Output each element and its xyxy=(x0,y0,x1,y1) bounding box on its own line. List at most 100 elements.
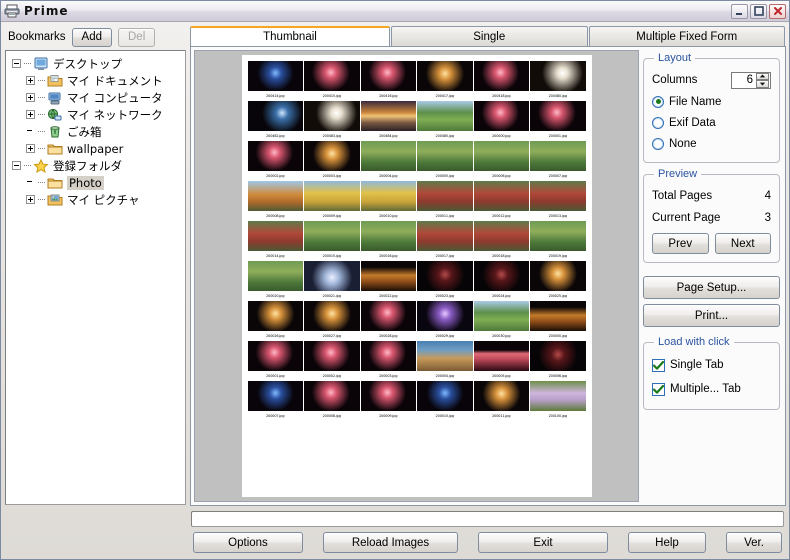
thumbnail-cell[interactable]: 200009.jpg xyxy=(304,181,360,219)
thumbnail-cell[interactable]: 200027.jpg xyxy=(304,301,360,339)
thumbnail-cell[interactable]: 200417.jpg xyxy=(417,61,473,99)
thumbnail-cell[interactable]: 200023.jpg xyxy=(417,261,473,299)
thumbnail-cell[interactable]: 200006.jpg xyxy=(530,341,586,379)
radio-file-name[interactable]: File Name xyxy=(652,91,771,112)
tree-item-node-6[interactable]: 登録フォルダ xyxy=(8,157,183,174)
tree-item-node-3[interactable]: マイ ネットワーク xyxy=(8,106,183,123)
caption-mode-radiogroup[interactable]: File NameExif DataNone xyxy=(652,91,771,154)
options-button[interactable]: Options xyxy=(193,532,303,553)
thumbnail-cell[interactable]: 200020.jpg xyxy=(248,261,304,299)
thumbnail-cell[interactable]: 200001.jpg xyxy=(530,101,586,139)
thumbnail-cell[interactable]: 200015.jpg xyxy=(304,221,360,259)
columns-increment-button[interactable] xyxy=(756,73,769,81)
radio-exif-data[interactable]: Exif Data xyxy=(652,112,771,133)
thumbnail-cell[interactable]: 200483.jpg xyxy=(304,101,360,139)
radio-none[interactable]: None xyxy=(652,133,771,154)
columns-decrement-button[interactable] xyxy=(756,80,769,88)
tree-item-node-4[interactable]: ごみ箱 xyxy=(8,123,183,140)
thumbnail-cell[interactable]: 200100.jpg xyxy=(530,381,586,419)
thumbnail-cell[interactable]: 200024.jpg xyxy=(474,261,530,299)
thumbnail-cell[interactable]: 200000.jpg xyxy=(530,301,586,339)
reload-images-button[interactable]: Reload Images xyxy=(323,532,458,553)
next-page-button[interactable]: Next xyxy=(715,233,772,254)
print-preview-area[interactable]: 200414.jpg200415.jpg200416.jpg200417.jpg… xyxy=(194,50,639,502)
tab-single[interactable]: Single xyxy=(391,26,588,46)
thumbnail-cell[interactable]: 200416.jpg xyxy=(361,61,417,99)
thumbnail-cell[interactable]: 200418.jpg xyxy=(474,61,530,99)
columns-stepper-buttons[interactable] xyxy=(756,73,769,88)
tree-item-node-0[interactable]: デスクトップ xyxy=(8,55,183,72)
thumbnail-cell[interactable]: 200010.jpg xyxy=(417,381,473,419)
folder-tree[interactable]: デスクトップマイ ドキュメントマイ コンピュータマイ ネットワークごみ箱wall… xyxy=(5,50,186,505)
thumbnail-cell[interactable]: 200003.jpg xyxy=(304,141,360,179)
thumbnail-cell[interactable]: 200011.jpg xyxy=(474,381,530,419)
expand-plus-icon[interactable] xyxy=(26,144,35,153)
thumbnail-cell[interactable]: 200017.jpg xyxy=(417,221,473,259)
thumbnail-cell[interactable]: 200005.jpg xyxy=(417,141,473,179)
exit-button[interactable]: Exit xyxy=(478,532,608,553)
thumbnail-cell[interactable]: 200007.jpg xyxy=(530,141,586,179)
thumbnail-cell[interactable]: 200014.jpg xyxy=(248,221,304,259)
expand-plus-icon[interactable] xyxy=(26,93,35,102)
thumbnail-cell[interactable]: 200013.jpg xyxy=(530,181,586,219)
minimize-button[interactable] xyxy=(731,4,748,19)
tree-item-node-2[interactable]: マイ コンピュータ xyxy=(8,89,183,106)
checkbox-single-tab[interactable]: Single Tab xyxy=(652,353,771,377)
thumbnail-cell[interactable]: 200006.jpg xyxy=(474,141,530,179)
thumbnail-cell[interactable]: 200010.jpg xyxy=(361,181,417,219)
tab-thumbnail[interactable]: Thumbnail xyxy=(190,26,390,46)
thumbnail-cell[interactable]: 200029.jpg xyxy=(417,301,473,339)
help-button[interactable]: Help xyxy=(628,532,706,553)
collapse-minus-icon[interactable] xyxy=(12,161,21,170)
maximize-button[interactable] xyxy=(750,4,767,19)
thumbnail-cell[interactable]: 200026.jpg xyxy=(248,301,304,339)
thumbnail-cell[interactable]: 200004.jpg xyxy=(417,341,473,379)
thumbnail-cell[interactable]: 200008.jpg xyxy=(248,181,304,219)
tree-item-photo[interactable]: Photo xyxy=(8,174,183,191)
tab-multiple-fixed-form[interactable]: Multiple Fixed Form xyxy=(589,26,786,46)
delete-bookmark-button[interactable]: Del xyxy=(118,28,155,47)
thumbnail-cell[interactable]: 200018.jpg xyxy=(474,221,530,259)
thumbnail-cell[interactable]: 200007.jpg xyxy=(248,381,304,419)
thumbnail-cell[interactable]: 200012.jpg xyxy=(474,181,530,219)
thumbnail-cell[interactable]: 200030.jpg xyxy=(474,301,530,339)
thumbnail-cell[interactable]: 200022.jpg xyxy=(361,261,417,299)
tree-item-node-1[interactable]: マイ ドキュメント xyxy=(8,72,183,89)
thumbnail-cell[interactable]: 200016.jpg xyxy=(361,221,417,259)
tree-item-node-8[interactable]: マイ ピクチャ xyxy=(8,191,183,208)
thumbnail-cell[interactable]: 200004.jpg xyxy=(361,141,417,179)
thumbnail-cell[interactable]: 200002.jpg xyxy=(248,141,304,179)
expand-plus-icon[interactable] xyxy=(26,195,35,204)
thumbnail-cell[interactable]: 200482.jpg xyxy=(248,101,304,139)
thumbnail-cell[interactable]: 200025.jpg xyxy=(530,261,586,299)
close-button[interactable] xyxy=(769,4,786,19)
thumbnail-cell[interactable]: 200415.jpg xyxy=(304,61,360,99)
print-button[interactable]: Print... xyxy=(643,304,780,327)
prev-page-button[interactable]: Prev xyxy=(652,233,709,254)
thumbnail-cell[interactable]: 200000.jpg xyxy=(474,101,530,139)
add-bookmark-button[interactable]: Add xyxy=(72,28,112,47)
page-setup-button[interactable]: Page Setup... xyxy=(643,276,780,299)
tree-item-node-5[interactable]: wallpaper xyxy=(8,140,183,157)
thumbnail-cell[interactable]: 200005.jpg xyxy=(474,341,530,379)
thumbnail-cell[interactable]: 200028.jpg xyxy=(361,301,417,339)
thumbnail-cell[interactable]: 200480.jpg xyxy=(530,61,586,99)
load-checkbox-list[interactable]: Single TabMultiple... Tab xyxy=(652,353,771,401)
thumbnail-cell[interactable]: 200019.jpg xyxy=(530,221,586,259)
checkbox-multiple-tab[interactable]: Multiple... Tab xyxy=(652,377,771,401)
thumbnail-cell[interactable]: 200484.jpg xyxy=(361,101,417,139)
thumbnail-cell[interactable]: 200008.jpg xyxy=(304,381,360,419)
thumbnail-cell[interactable]: 200002.jpg xyxy=(304,341,360,379)
thumbnail-cell[interactable]: 200011.jpg xyxy=(417,181,473,219)
version-button[interactable]: Ver. xyxy=(726,532,782,553)
expand-plus-icon[interactable] xyxy=(26,76,35,85)
thumbnail-cell[interactable]: 200003.jpg xyxy=(361,341,417,379)
thumbnail-cell[interactable]: 200001.jpg xyxy=(248,341,304,379)
collapse-minus-icon[interactable] xyxy=(12,59,21,68)
columns-stepper[interactable]: 6 xyxy=(731,72,771,89)
thumbnail-cell[interactable]: 200021.jpg xyxy=(304,261,360,299)
expand-plus-icon[interactable] xyxy=(26,110,35,119)
thumbnail-cell[interactable]: 200009.jpg xyxy=(361,381,417,419)
thumbnail-cell[interactable]: 200485.jpg xyxy=(417,101,473,139)
thumbnail-cell[interactable]: 200414.jpg xyxy=(248,61,304,99)
